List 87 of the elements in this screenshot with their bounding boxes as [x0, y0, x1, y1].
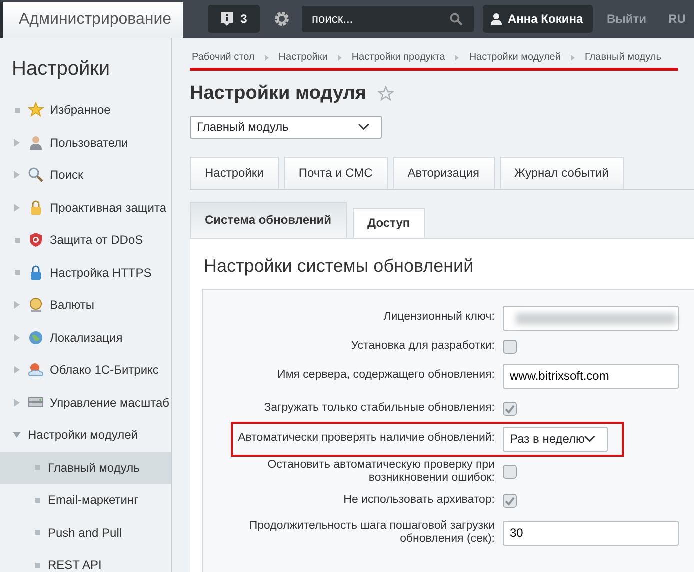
field-label: Имя сервера, содержащего обновления:	[276, 369, 496, 384]
tab[interactable]: Почта и СМС	[284, 156, 388, 189]
breadcrumb-link[interactable]: Главный модуль	[584, 50, 662, 65]
sidebar-item[interactable]: Настройки модулей	[28, 426, 138, 444]
interval-select[interactable]: Раз в неделю	[503, 426, 608, 452]
bullet-icon	[34, 498, 40, 503]
checkbox[interactable]	[503, 340, 517, 354]
tab[interactable]: Журнал событий	[500, 156, 624, 189]
sidebar-title: Настройки	[11, 57, 112, 82]
section-title: Настройки системы обновлений	[204, 254, 475, 278]
search-icon	[28, 167, 44, 184]
bullet-icon	[34, 465, 40, 470]
bullet-icon	[14, 108, 20, 113]
field-label: Продолжительность шага пошаговой загрузки обновления (сек):	[248, 520, 496, 548]
sidebar-item[interactable]: Управление масштаб	[50, 394, 170, 412]
expand-arrow-icon[interactable]	[13, 366, 21, 374]
subtab[interactable]: Доступ	[352, 208, 426, 238]
sidebar-item[interactable]: Email-маркетинг	[48, 491, 138, 510]
text-field[interactable]: 30	[503, 520, 679, 546]
license-key-field[interactable]	[503, 306, 679, 331]
chevron-icon	[570, 54, 575, 60]
checkbox[interactable]	[503, 494, 517, 508]
sidebar-item[interactable]: Push and Pull	[48, 524, 122, 542]
search-placeholder[interactable]: поиск...	[310, 9, 450, 29]
field-label: Остановить автоматическую проверку при возникновении ошибок:	[266, 458, 496, 486]
settings-icon	[274, 11, 290, 27]
subtab[interactable]: Система обновлений	[190, 202, 347, 238]
coin-icon	[28, 297, 44, 314]
breadcrumb-link[interactable]: Настройки продукта	[352, 50, 446, 65]
bullet-icon	[14, 270, 20, 276]
sidebar-item[interactable]: Облако 1С-Битрикс	[50, 361, 159, 380]
sidebar-item[interactable]: Локализация	[50, 328, 123, 347]
expand-arrow-icon[interactable]	[13, 334, 21, 342]
favorite-star-icon[interactable]	[378, 86, 394, 102]
text-field[interactable]: www.bitrixsoft.com	[503, 364, 679, 389]
breadcrumb-link[interactable]: Рабочий стол	[192, 50, 255, 65]
collapse-arrow-icon[interactable]	[13, 431, 21, 440]
sidebar-item[interactable]: Проактивная защита	[50, 198, 167, 217]
sidebar-item-label[interactable]: Главный модуль	[48, 458, 140, 477]
expand-arrow-icon[interactable]	[13, 398, 21, 407]
chevron-icon	[455, 54, 460, 60]
tab[interactable]: Настройки	[190, 156, 279, 189]
sidebar-item[interactable]: Поиск	[50, 166, 84, 184]
sidebar-item[interactable]: REST API	[48, 556, 102, 572]
chevron-icon	[264, 54, 269, 60]
breadcrumb-link[interactable]: Настройки модулей	[469, 50, 561, 65]
globe-icon	[28, 330, 44, 346]
user-button[interactable]: Анна Кокина	[483, 5, 593, 33]
module-select[interactable]: Главный модуль	[190, 116, 382, 139]
field-label: Установка для разработки:	[350, 340, 496, 354]
sidebar-item[interactable]: Валюты	[50, 296, 95, 314]
lock-icon	[28, 264, 44, 281]
bullet-icon	[34, 530, 40, 536]
chevron-icon	[338, 54, 342, 60]
user-icon	[491, 13, 502, 25]
user-icon	[28, 134, 44, 151]
info-icon	[220, 12, 233, 26]
search-field[interactable]: поиск...	[302, 6, 474, 32]
bullet-icon	[14, 238, 20, 243]
admin-tab[interactable]: Администрирование	[0, 2, 183, 38]
checkbox[interactable]	[503, 402, 517, 416]
field-label: Не использовать архиватор:	[342, 494, 496, 508]
expand-arrow-icon[interactable]	[13, 204, 21, 212]
bullet-icon	[34, 562, 40, 568]
sidebar-item-highlight[interactable]: Главный модуль	[0, 452, 171, 484]
expand-arrow-icon[interactable]	[13, 171, 21, 180]
sidebar-item[interactable]: Пользователи	[50, 134, 128, 152]
field-label: Лицензионный ключ:	[382, 311, 496, 326]
star-icon	[28, 102, 44, 118]
page-title: Настройки модуля	[190, 83, 366, 106]
language-link[interactable]: RU	[662, 9, 692, 29]
breadcrumb-link[interactable]: Настройки	[278, 50, 328, 65]
search-icon	[450, 12, 463, 26]
sidebar-item[interactable]: Избранное	[50, 101, 111, 120]
sidebar-item[interactable]: Настройка HTTPS	[50, 264, 152, 282]
tab[interactable]: Авторизация	[392, 156, 495, 189]
sidebar-item[interactable]: Защита от DDoS	[50, 231, 144, 250]
field-label: Загружать только стабильные обновления:	[263, 402, 496, 416]
field-label: Автоматически проверять наличие обновлений:	[237, 432, 496, 446]
expand-arrow-icon[interactable]	[13, 138, 21, 147]
cloud-icon	[28, 362, 44, 378]
checkbox[interactable]	[503, 465, 517, 480]
notifications-button[interactable]: 3	[208, 5, 260, 33]
lock-icon	[28, 200, 44, 216]
logout-link[interactable]: Выйти	[601, 9, 653, 29]
expand-arrow-icon[interactable]	[13, 301, 21, 310]
shield-icon	[28, 232, 44, 248]
